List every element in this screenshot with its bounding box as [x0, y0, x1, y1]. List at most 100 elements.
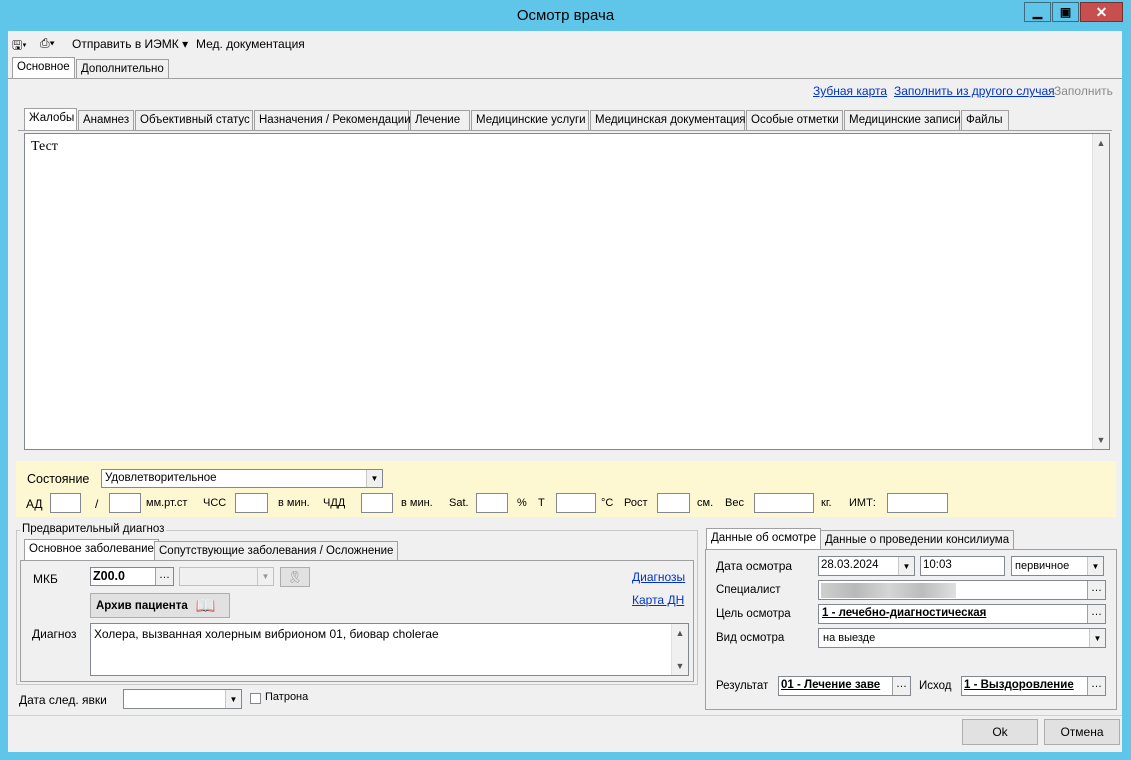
tab-exam-data[interactable]: Данные об осмотре	[706, 528, 822, 550]
outcome-input[interactable]: 1 - Выздоровление …	[961, 676, 1106, 696]
diagnosis-textarea[interactable]: Холера, вызванная холерным вибрионом 01,…	[90, 623, 689, 676]
mkb-ellipsis-button[interactable]: …	[155, 568, 173, 585]
complaints-text: Тест	[31, 139, 58, 154]
tab-concomitant[interactable]: Сопутствующие заболевания / Осложнение	[154, 541, 399, 561]
sub-tab-5[interactable]: Медицинские услуги	[471, 110, 589, 130]
purpose-input[interactable]: 1 - лечебно-диагностическая …	[818, 604, 1106, 624]
next-visit-label: Дата след. явки	[19, 693, 107, 707]
result-label: Результат	[716, 680, 769, 692]
title-bar: Осмотр врача ▁ ▣ ✕	[0, 0, 1131, 31]
purpose-label: Цель осмотра	[716, 608, 791, 620]
scroll-down-icon[interactable]: ▼	[1093, 432, 1109, 448]
cm-label: см.	[697, 497, 714, 509]
chevron-down-icon[interactable]: ▼	[225, 690, 241, 708]
fill-link[interactable]: Заполнить	[1054, 84, 1113, 98]
sub-tab-6[interactable]: Медицинская документация	[590, 110, 746, 130]
sub-tab-7[interactable]: Особые отметки	[746, 110, 843, 130]
tab-consilium[interactable]: Данные о проведении консилиума	[820, 530, 1015, 550]
chevron-down-icon[interactable]: ▼	[257, 568, 273, 585]
chevron-down-icon[interactable]: ▼	[1089, 629, 1105, 647]
tab-main[interactable]: Основное	[12, 57, 75, 79]
dn-card-link[interactable]: Карта ДН	[632, 593, 684, 607]
window-title: Осмотр врача	[516, 7, 615, 24]
ad-slash: /	[95, 497, 99, 511]
purpose-ellipsis-button[interactable]: …	[1087, 605, 1105, 623]
exam-kind-select[interactable]: первичное ▼	[1011, 556, 1104, 576]
vitals-panel: Состояние Удовлетворительное ▼ АД / мм.р…	[16, 461, 1116, 517]
hr-input[interactable]	[235, 493, 268, 513]
scroll-down-icon[interactable]: ▼	[672, 658, 688, 674]
scroll-up-icon[interactable]: ▲	[672, 625, 688, 641]
complaints-textarea[interactable]: Тест ▲ ▼	[24, 133, 1110, 450]
close-button[interactable]: ✕	[1080, 2, 1123, 22]
specialist-input[interactable]: …	[818, 580, 1106, 600]
kg-label: кг.	[821, 497, 832, 509]
exam-date-picker[interactable]: 28.03.2024 ▼	[818, 556, 915, 576]
temp-label: Т	[538, 497, 545, 509]
exam-type-select[interactable]: на выезде ▼	[818, 628, 1106, 648]
result-input[interactable]: 01 - Лечение заве …	[778, 676, 911, 696]
sub-tab-4[interactable]: Лечение	[410, 110, 470, 130]
chevron-down-icon[interactable]: ▼	[1087, 557, 1103, 575]
weight-input[interactable]	[754, 493, 814, 513]
tab-main-disease[interactable]: Основное заболевание	[24, 539, 159, 561]
rr-input[interactable]	[361, 493, 393, 513]
maximize-button[interactable]: ▣	[1052, 2, 1079, 22]
fill-from-other-link[interactable]: Заполнить из другого случая	[894, 84, 1055, 98]
sub-tab-0[interactable]: Жалобы	[24, 108, 77, 130]
chevron-down-icon[interactable]: ▼	[898, 557, 914, 575]
print-icon[interactable]: ⎙▾	[40, 36, 55, 51]
sub-tab-9[interactable]: Файлы	[961, 110, 1009, 130]
specialist-ellipsis-button[interactable]: …	[1087, 581, 1105, 599]
meddoc-menu[interactable]: Мед. документация	[196, 37, 305, 51]
tab-additional[interactable]: Дополнительно	[76, 59, 169, 79]
exam-type-label: Вид осмотра	[716, 632, 785, 644]
specialist-label: Специалист	[716, 584, 781, 596]
exam-date-label: Дата осмотра	[716, 559, 793, 573]
bmi-input[interactable]	[887, 493, 948, 513]
diagnoses-link[interactable]: Диагнозы	[632, 570, 685, 584]
minimize-button[interactable]: ▁	[1024, 2, 1051, 22]
pct-label: %	[517, 497, 527, 509]
diagnosis-group-title: Предварительный диагноз	[20, 523, 167, 535]
temp-input[interactable]	[556, 493, 596, 513]
chevron-down-icon[interactable]: ▼	[366, 470, 382, 487]
send-iemk-menu[interactable]: Отправить в ИЭМК ▾	[72, 37, 188, 51]
vertical-scrollbar[interactable]: ▲ ▼	[1092, 134, 1109, 449]
mkb-label: МКБ	[33, 572, 58, 586]
sat-input[interactable]	[476, 493, 508, 513]
ribbon-icon[interactable]: 🎗	[280, 567, 310, 587]
patronage-checkbox[interactable]	[250, 693, 261, 704]
hr-label: ЧСС	[203, 497, 227, 509]
dental-card-link[interactable]: Зубная карта	[813, 84, 887, 98]
specialist-redacted	[821, 583, 956, 598]
height-input[interactable]	[657, 493, 690, 513]
ok-button[interactable]: Ok	[962, 719, 1038, 745]
mkb-sub-select[interactable]: ▼	[179, 567, 274, 586]
ad-systolic-input[interactable]	[50, 493, 81, 513]
sub-tab-3[interactable]: Назначения / Рекомендации	[254, 110, 411, 130]
diagnosis-scrollbar[interactable]: ▲ ▼	[671, 624, 688, 675]
sub-tab-8[interactable]: Медицинские записи	[844, 110, 961, 130]
outcome-ellipsis-button[interactable]: …	[1087, 677, 1105, 695]
sat-label: Sat.	[449, 497, 469, 509]
rr-label: ЧДД	[323, 497, 346, 509]
state-label: Состояние	[27, 472, 90, 486]
cancel-button[interactable]: Отмена	[1044, 719, 1120, 745]
exam-time-input[interactable]: 10:03	[920, 556, 1005, 576]
sub-tab-1[interactable]: Анамнез	[78, 110, 134, 130]
ad-diastolic-input[interactable]	[109, 493, 141, 513]
mkb-input[interactable]: Z00.0 …	[90, 567, 174, 586]
state-select[interactable]: Удовлетворительное ▼	[101, 469, 383, 488]
outcome-label: Исход	[919, 680, 952, 692]
height-label: Рост	[624, 497, 648, 509]
per-min-label: в мин.	[278, 497, 310, 509]
diagnosis-label: Диагноз	[32, 627, 77, 641]
scroll-up-icon[interactable]: ▲	[1093, 135, 1109, 151]
celsius-label: °C	[601, 497, 614, 509]
save-icon[interactable]: 🖫▾	[12, 36, 27, 57]
patient-archive-button[interactable]: Архив пациента 📖	[90, 593, 230, 618]
next-visit-date[interactable]: ▼	[123, 689, 242, 709]
result-ellipsis-button[interactable]: …	[892, 677, 910, 695]
sub-tab-2[interactable]: Объективный статус	[135, 110, 253, 130]
